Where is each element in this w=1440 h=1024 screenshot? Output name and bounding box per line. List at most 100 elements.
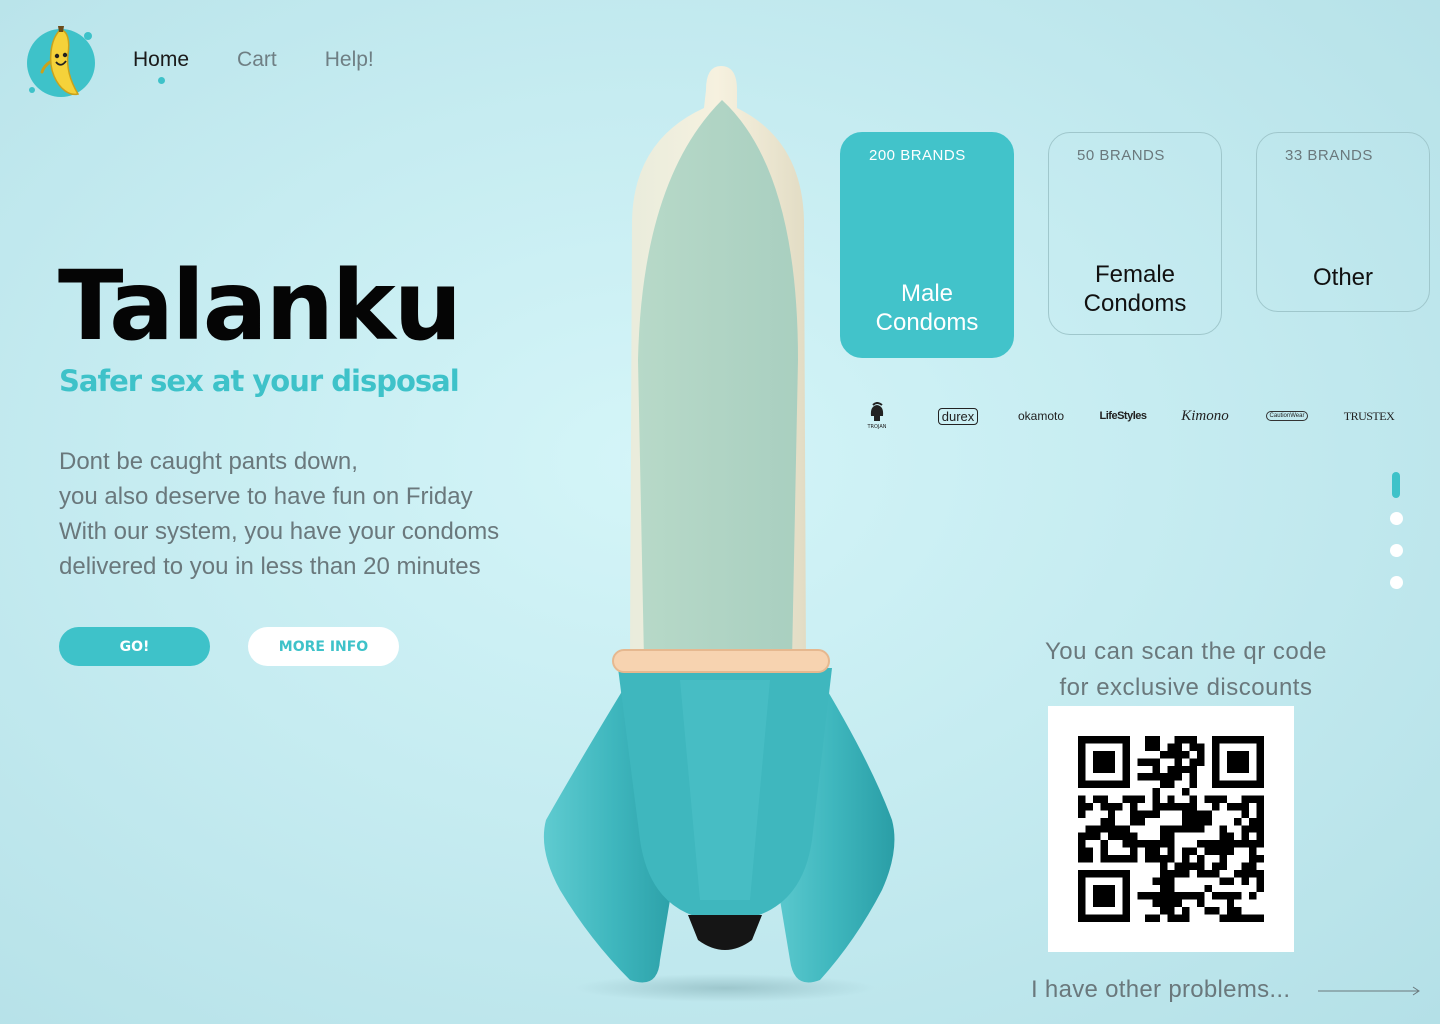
qr-module xyxy=(1197,862,1205,870)
qr-module xyxy=(1107,832,1116,841)
qr-module xyxy=(1107,825,1116,833)
qr-module xyxy=(1204,810,1212,818)
qr-module xyxy=(1152,758,1160,766)
qr-code[interactable] xyxy=(1048,706,1294,952)
qr-module xyxy=(1241,780,1250,789)
qr-module xyxy=(1189,765,1198,774)
more-info-button[interactable]: MORE INFO xyxy=(248,627,399,666)
qr-module xyxy=(1197,810,1205,818)
qr-module xyxy=(1092,795,1101,803)
qr-module xyxy=(1078,840,1086,848)
qr-module xyxy=(1152,855,1160,863)
qr-module xyxy=(1256,869,1264,878)
qr-module xyxy=(1189,736,1198,744)
qr-module xyxy=(1189,862,1198,870)
pagination-dot-3[interactable] xyxy=(1389,544,1403,557)
nav-cart[interactable]: Cart xyxy=(237,48,277,72)
qr-module xyxy=(1241,750,1250,759)
qr-module xyxy=(1241,758,1250,766)
qr-module xyxy=(1152,892,1160,900)
qr-module xyxy=(1204,847,1212,856)
qr-module xyxy=(1204,869,1212,878)
qr-module xyxy=(1234,840,1242,848)
other-problems-link[interactable]: I have other problems... xyxy=(1031,976,1290,1004)
qr-module xyxy=(1078,802,1086,811)
qr-module xyxy=(1256,802,1264,811)
qr-module xyxy=(1211,862,1220,870)
qr-module xyxy=(1152,765,1160,774)
qr-module xyxy=(1107,899,1116,908)
qr-module xyxy=(1182,788,1190,796)
brand-logo-lifestyles[interactable]: LifeStyles xyxy=(1098,400,1148,432)
category-card-female-condoms[interactable]: 50 BRANDS Female Condoms xyxy=(1048,132,1222,335)
qr-module xyxy=(1256,795,1264,803)
qr-code-icon xyxy=(1078,736,1264,922)
qr-module xyxy=(1092,899,1101,908)
brand-logo-kimono[interactable]: Kimono xyxy=(1180,400,1230,432)
qr-module xyxy=(1130,802,1138,811)
hero-description-line: you also deserve to have fun on Friday xyxy=(59,483,473,510)
qr-module xyxy=(1234,802,1242,811)
qr-module xyxy=(1144,758,1153,766)
brand-name: CautionWear xyxy=(1265,411,1309,421)
qr-module xyxy=(1122,877,1131,885)
brand-name: durex xyxy=(937,407,979,425)
qr-module xyxy=(1256,877,1264,885)
qr-module xyxy=(1219,862,1227,870)
qr-module xyxy=(1189,795,1198,803)
qr-module xyxy=(1211,750,1220,759)
qr-module xyxy=(1107,765,1116,774)
qr-module xyxy=(1226,914,1235,922)
hero-description: Dont be caught pants down, you also dese… xyxy=(59,444,559,584)
pagination-dot-2[interactable] xyxy=(1389,512,1403,525)
nav-home[interactable]: Home xyxy=(133,48,189,84)
go-button[interactable]: GO! xyxy=(59,627,210,666)
qr-module xyxy=(1159,832,1168,841)
qr-module xyxy=(1152,914,1160,922)
qr-module xyxy=(1100,825,1108,833)
qr-module xyxy=(1226,765,1235,774)
qr-module xyxy=(1249,795,1257,803)
brand-logo-trojan[interactable]: TROJAN xyxy=(858,400,896,432)
brand-logo-okamoto[interactable]: okamoto xyxy=(1016,400,1066,432)
qr-module xyxy=(1100,914,1108,922)
qr-module xyxy=(1182,810,1190,818)
qr-module xyxy=(1189,773,1198,781)
qr-module xyxy=(1122,884,1131,893)
brand-logo-cautionwear[interactable]: CautionWear xyxy=(1262,400,1312,432)
qr-module xyxy=(1256,855,1264,863)
qr-module xyxy=(1100,892,1108,900)
category-card-other[interactable]: 33 BRANDS Other xyxy=(1256,132,1430,312)
qr-module xyxy=(1174,869,1183,878)
qr-module xyxy=(1130,832,1138,841)
qr-module xyxy=(1144,914,1153,922)
qr-module xyxy=(1241,877,1250,885)
category-card-male-condoms[interactable]: 200 BRANDS Male Condoms xyxy=(840,132,1014,358)
qr-module xyxy=(1219,780,1227,789)
banana-logo[interactable] xyxy=(24,24,98,98)
qr-module xyxy=(1234,892,1242,900)
qr-module xyxy=(1092,825,1101,833)
pagination-dot-4[interactable] xyxy=(1389,576,1403,589)
qr-module xyxy=(1182,825,1190,833)
brand-logo-durex[interactable]: durex xyxy=(934,400,982,432)
qr-module xyxy=(1085,855,1093,863)
pagination-dot-1[interactable] xyxy=(1392,472,1400,498)
qr-module xyxy=(1137,810,1145,818)
qr-module xyxy=(1144,892,1153,900)
qr-module xyxy=(1100,817,1108,826)
qr-module xyxy=(1078,750,1086,759)
qr-module xyxy=(1182,802,1190,811)
qr-caption-line: You can scan the qr code xyxy=(1045,638,1327,665)
qr-module xyxy=(1092,736,1101,744)
brand-logo-trustex[interactable]: TRUSTEX xyxy=(1344,400,1395,432)
nav-help[interactable]: Help! xyxy=(325,48,374,72)
qr-module xyxy=(1159,907,1168,915)
qr-module xyxy=(1092,869,1101,878)
qr-module xyxy=(1144,847,1153,856)
arrow-right-icon[interactable] xyxy=(1318,984,1422,998)
qr-module xyxy=(1159,750,1168,759)
qr-module xyxy=(1100,765,1108,774)
qr-module xyxy=(1256,884,1264,893)
qr-module xyxy=(1219,840,1227,848)
